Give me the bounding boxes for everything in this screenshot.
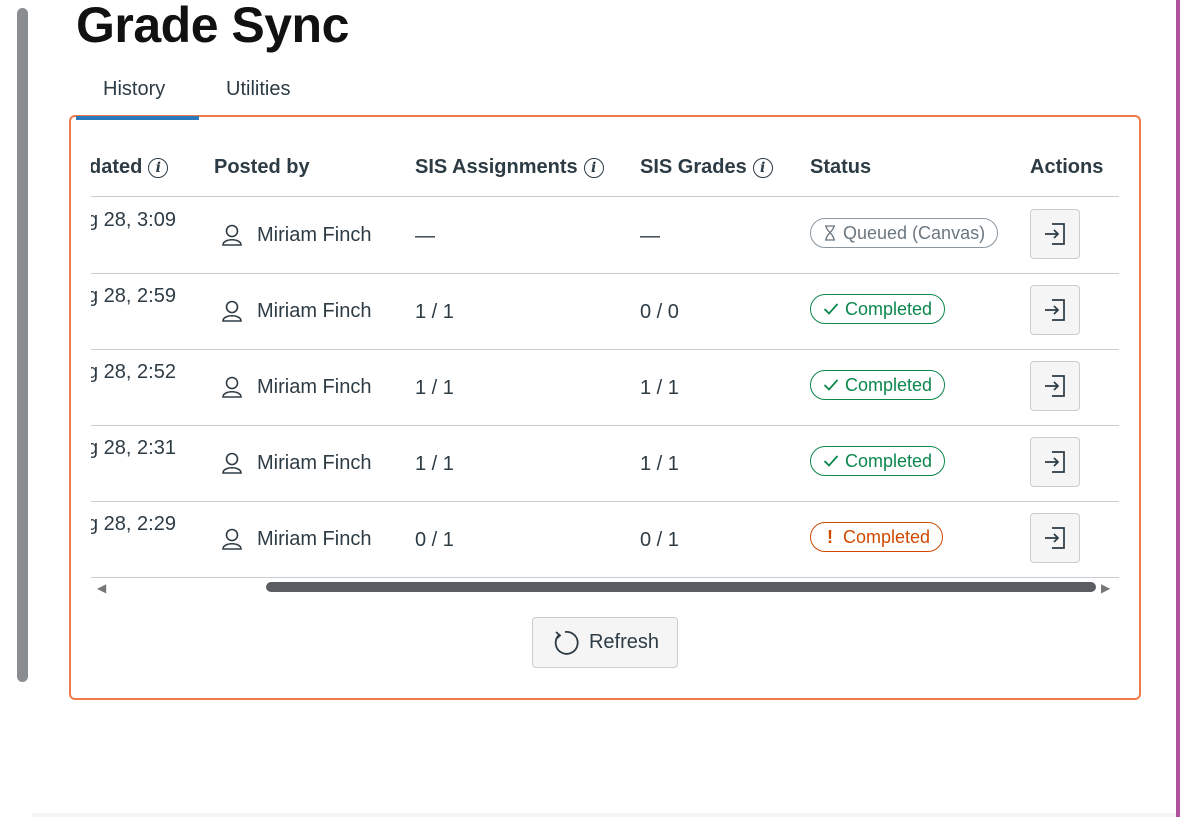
updated-cell: g 28, 3:09l (91, 209, 176, 253)
updated-date-line2: l (91, 459, 176, 481)
user-icon (222, 224, 242, 246)
exclamation-icon: ! (827, 526, 833, 547)
column-header-sis-assignments-label: SIS Assignments (415, 156, 578, 178)
table-row: g 28, 2:52l Miriam Finch 1 / 1 1 / 1 Complet… (91, 349, 1119, 426)
user-icon (222, 300, 242, 322)
updated-date: g 28, 2:52 (91, 361, 176, 383)
posted-by-name: Miriam Finch (257, 451, 372, 474)
posted-by-cell: Miriam Finch (221, 375, 371, 399)
export-icon (1045, 527, 1065, 549)
posted-by-cell: Miriam Finch (221, 451, 371, 475)
check-icon (823, 379, 839, 391)
table-row: g 28, 3:09l Miriam Finch — — Queued (Canvas) (91, 197, 1119, 274)
posted-by-cell: Miriam Finch (221, 223, 371, 247)
user-icon (222, 528, 242, 550)
updated-cell: g 28, 2:31l (91, 437, 176, 481)
refresh-button[interactable]: Refresh (532, 617, 678, 668)
sis-grades-cell: 0 / 1 (640, 529, 679, 551)
tab-utilities[interactable]: Utilities (226, 78, 290, 101)
horizontal-scroll-thumb[interactable] (266, 582, 1096, 592)
export-icon (1045, 223, 1065, 245)
vertical-scrollbar[interactable] (17, 8, 28, 682)
active-tab-indicator (76, 116, 199, 120)
updated-date: g 28, 2:59 (91, 285, 176, 307)
refresh-icon (554, 630, 579, 655)
sis-assignments-cell: 0 / 1 (415, 529, 454, 551)
table-row: g 28, 2:59l Miriam Finch 1 / 1 0 / 0 Complet… (91, 273, 1119, 350)
updated-date-line2: l (91, 307, 176, 329)
row-action-button[interactable] (1030, 285, 1080, 335)
sis-assignments-cell: — (415, 225, 435, 247)
scroll-right-arrow-icon[interactable]: ▶ (1101, 581, 1110, 595)
table-row: g 28, 2:31l Miriam Finch 1 / 1 1 / 1 Complet… (91, 425, 1119, 502)
hourglass-icon (825, 225, 835, 241)
updated-date: g 28, 3:09 (91, 209, 176, 231)
updated-date: g 28, 2:29 (91, 513, 176, 535)
sis-assignments-cell: 1 / 1 (415, 453, 454, 475)
status-badge-label: Completed (845, 374, 933, 395)
posted-by-cell: Miriam Finch (221, 299, 371, 323)
table-row: g 28, 2:29l Miriam Finch 0 / 1 0 / 1! Comple… (91, 501, 1119, 578)
column-header-actions: Actions (1030, 156, 1104, 178)
status-badge-label: Completed (845, 298, 933, 319)
updated-date-line2: l (91, 383, 176, 405)
column-header-posted-by: Posted by (214, 156, 310, 178)
info-icon[interactable]: i (148, 157, 169, 178)
sis-grades-cell: 0 / 0 (640, 301, 679, 323)
page-title: Grade Sync (76, 0, 349, 53)
status-badge: Completed (810, 446, 946, 476)
user-icon (222, 452, 242, 474)
sis-grades-cell: — (640, 225, 660, 247)
posted-by-name: Miriam Finch (257, 527, 372, 550)
status-badge: ! Completed (810, 522, 944, 552)
column-header-updated: dated i (91, 156, 169, 179)
posted-by-cell: Miriam Finch (221, 527, 371, 551)
sis-assignments-cell: 1 / 1 (415, 377, 454, 399)
column-header-sis-grades: SIS Grades i (640, 156, 773, 179)
updated-cell: g 28, 2:52l (91, 361, 176, 405)
updated-date-line2: l (91, 231, 176, 253)
updated-date: g 28, 2:31 (91, 437, 176, 459)
scroll-left-arrow-icon[interactable]: ◀ (97, 581, 106, 595)
check-icon (823, 455, 839, 467)
status-badge: Completed (810, 294, 946, 324)
updated-cell: g 28, 2:59l (91, 285, 176, 329)
sis-grades-cell: 1 / 1 (640, 377, 679, 399)
status-badge: Queued (Canvas) (810, 218, 999, 248)
posted-by-name: Miriam Finch (257, 375, 372, 398)
horizontal-scrollbar[interactable]: ◀ ▶ (91, 578, 1119, 596)
updated-cell: g 28, 2:29l (91, 513, 176, 557)
info-icon[interactable]: i (583, 157, 604, 178)
row-action-button[interactable] (1030, 209, 1080, 259)
status-badge-label: Queued (Canvas) (843, 222, 986, 243)
column-header-status: Status (810, 156, 872, 178)
sis-assignments-cell: 1 / 1 (415, 301, 454, 323)
updated-date-line2: l (91, 535, 176, 557)
export-icon (1045, 299, 1065, 321)
status-badge: Completed (810, 370, 946, 400)
tab-history[interactable]: History (103, 78, 165, 101)
posted-by-name: Miriam Finch (257, 223, 372, 246)
column-header-sis-assignments: SIS Assignments i (415, 156, 604, 179)
column-header-sis-grades-label: SIS Grades (640, 156, 747, 178)
info-icon[interactable]: i (752, 157, 773, 178)
row-action-button[interactable] (1030, 437, 1080, 487)
status-badge-label: Completed (845, 450, 933, 471)
export-icon (1045, 451, 1065, 473)
posted-by-name: Miriam Finch (257, 299, 372, 322)
right-gutter (1180, 0, 1200, 817)
export-icon (1045, 375, 1065, 397)
column-header-updated-label: dated (91, 156, 143, 178)
sync-history-table: dated i Posted by SIS Assignments i SIS … (91, 130, 1119, 580)
row-action-button[interactable] (1030, 361, 1080, 411)
sis-grades-cell: 1 / 1 (640, 453, 679, 475)
refresh-button-label: Refresh (588, 631, 660, 653)
row-action-button[interactable] (1030, 513, 1080, 563)
user-icon (222, 376, 242, 398)
status-badge-label: Completed (843, 526, 931, 547)
check-icon (823, 303, 839, 315)
